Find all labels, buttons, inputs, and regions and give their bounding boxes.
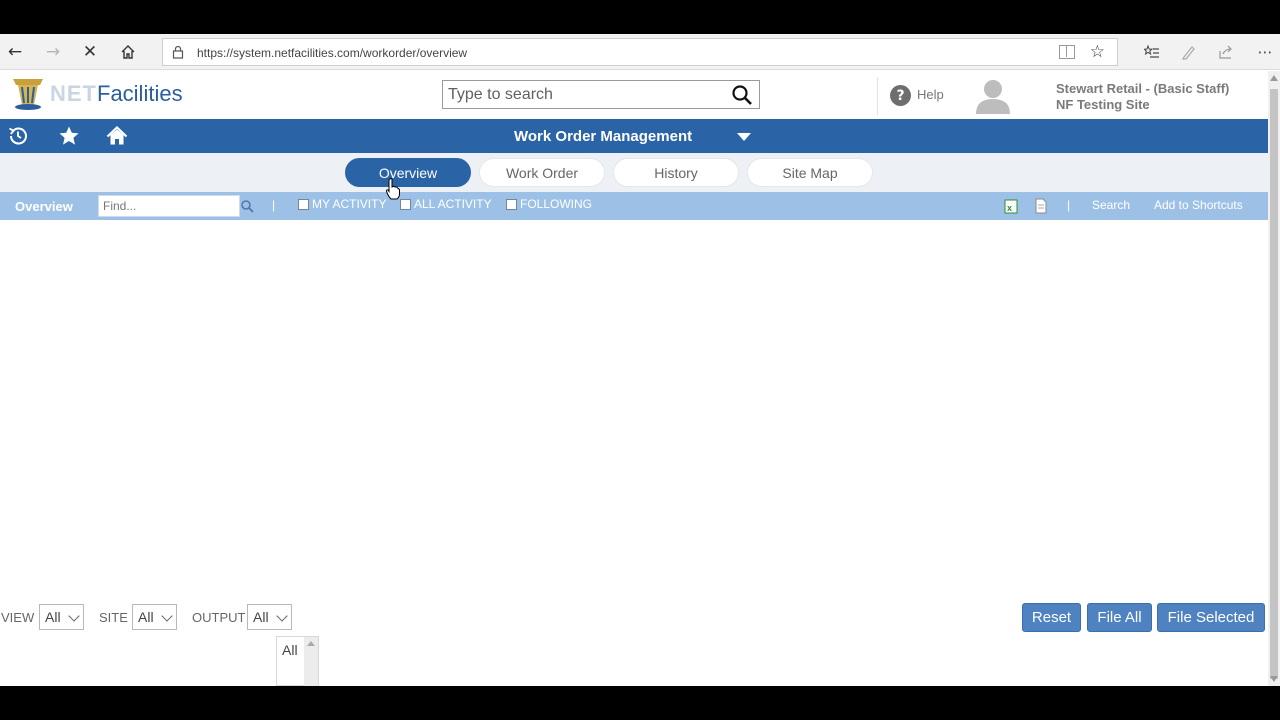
user-name[interactable]: Stewart Retail - (Basic Staff): [1056, 81, 1229, 96]
site-label: SITE: [99, 610, 128, 625]
all-activity-checkbox[interactable]: ALL ACTIVITY: [400, 197, 492, 211]
help-link[interactable]: Help: [917, 87, 944, 102]
browser-window: ← → ✕ https://system.netfacilities.com/w…: [0, 34, 1280, 686]
header-divider: [877, 77, 878, 115]
home-nav-icon[interactable]: [106, 125, 128, 147]
help-icon[interactable]: ?: [890, 85, 911, 106]
search-input[interactable]: [443, 81, 723, 108]
url-text: https://system.netfacilities.com/workord…: [197, 46, 468, 60]
view-value: All: [45, 609, 61, 625]
find-search-icon[interactable]: [240, 199, 254, 213]
tab-strip: Overview Work Order History Site Map: [0, 153, 1268, 192]
section-label: Overview: [15, 199, 73, 214]
tab-site-map[interactable]: Site Map: [747, 158, 873, 187]
site-select[interactable]: All: [132, 604, 177, 630]
more-icon[interactable]: ⋯: [1252, 40, 1278, 64]
logo-text: NETFacilities: [50, 81, 183, 107]
add-to-shortcuts-link[interactable]: Add to Shortcuts: [1154, 198, 1243, 212]
search-icon[interactable]: [731, 84, 753, 106]
share-icon[interactable]: [1213, 40, 1239, 64]
user-site[interactable]: NF Testing Site: [1056, 97, 1150, 112]
tab-overview[interactable]: Overview: [345, 158, 471, 187]
overview-filter-bar: Overview | MY ACTIVITY ALL ACTIVITY FOLL…: [0, 192, 1268, 220]
document-export-icon[interactable]: [1034, 198, 1048, 214]
reset-button[interactable]: Reset: [1022, 603, 1081, 632]
checkbox-label: MY ACTIVITY: [312, 197, 387, 211]
svg-text:x: x: [1007, 203, 1012, 213]
logo-net: NET: [50, 81, 97, 106]
file-all-button[interactable]: File All: [1087, 603, 1152, 632]
file-selected-button[interactable]: File Selected: [1157, 603, 1265, 632]
back-icon[interactable]: ←: [2, 40, 28, 64]
search-link[interactable]: Search: [1092, 198, 1130, 212]
stop-icon[interactable]: ✕: [77, 40, 103, 64]
tab-work-order[interactable]: Work Order: [479, 158, 605, 187]
app-header: NETFacilities ? Help Stewart Retail - (B…: [0, 71, 1268, 119]
chevron-down-icon: [68, 610, 80, 622]
home-icon[interactable]: [115, 40, 141, 64]
chevron-down-icon: [276, 610, 288, 622]
checkbox-label: FOLLOWING: [520, 197, 593, 211]
checkbox-label: ALL ACTIVITY: [414, 197, 492, 211]
reading-view-icon[interactable]: [1059, 45, 1075, 59]
page-scrollbar[interactable]: [1268, 71, 1280, 686]
list-item[interactable]: All: [282, 642, 298, 658]
output-value: All: [253, 609, 269, 625]
checkbox-box[interactable]: [298, 198, 309, 210]
address-bar[interactable]: https://system.netfacilities.com/workord…: [162, 38, 1118, 66]
tab-history[interactable]: History: [613, 158, 739, 187]
module-title[interactable]: Work Order Management: [514, 128, 692, 145]
my-activity-checkbox[interactable]: MY ACTIVITY: [298, 197, 386, 211]
scroll-up-icon[interactable]: [1270, 75, 1278, 81]
site-value: All: [138, 609, 154, 625]
logo-facilities: Facilities: [97, 81, 183, 106]
caret-down-icon[interactable]: [737, 133, 751, 141]
netfacilities-logo: [13, 79, 43, 110]
scroll-up-icon[interactable]: [307, 641, 315, 646]
star-icon[interactable]: [58, 125, 80, 147]
avatar-icon[interactable]: [973, 76, 1013, 116]
global-search: [442, 80, 760, 109]
lock-icon: [172, 45, 184, 59]
favorites-list-icon[interactable]: [1139, 40, 1165, 64]
output-select[interactable]: All: [247, 604, 292, 630]
hand-cursor-icon: [386, 178, 400, 200]
favorite-star-icon[interactable]: ☆: [1090, 42, 1105, 62]
screen: ← → ✕ https://system.netfacilities.com/w…: [0, 0, 1280, 720]
scroll-down-icon[interactable]: [1270, 676, 1278, 682]
view-select[interactable]: All: [39, 604, 84, 630]
browser-toolbar: ← → ✕ https://system.netfacilities.com/w…: [0, 34, 1280, 70]
excel-export-icon[interactable]: x: [1004, 198, 1018, 214]
forward-icon[interactable]: →: [40, 40, 66, 64]
view-label: VIEW: [1, 610, 35, 625]
following-checkbox[interactable]: FOLLOWING: [506, 197, 592, 211]
pen-icon[interactable]: [1176, 40, 1202, 64]
find-input[interactable]: [98, 195, 240, 217]
output-label: OUTPUT: [192, 610, 246, 625]
chevron-down-icon: [161, 610, 173, 622]
separator: |: [272, 198, 276, 212]
output-listbox[interactable]: All: [276, 636, 319, 686]
module-nav-bar: Work Order Management: [0, 119, 1268, 153]
separator: |: [1067, 198, 1071, 212]
checkbox-box[interactable]: [506, 198, 517, 210]
checkbox-box[interactable]: [400, 198, 411, 210]
history-icon[interactable]: [7, 125, 29, 147]
scrollbar-thumb[interactable]: [1270, 89, 1278, 679]
